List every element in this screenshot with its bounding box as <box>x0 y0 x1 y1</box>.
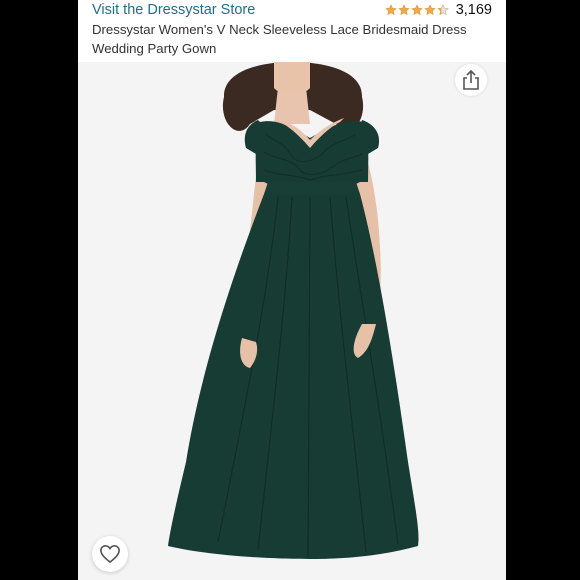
rating-count: 3,169 <box>455 2 492 18</box>
rating-summary[interactable]: 3,169 <box>384 2 492 18</box>
like-button[interactable] <box>92 536 128 572</box>
star-icon <box>410 4 423 16</box>
star-icon <box>423 4 436 16</box>
star-icon <box>397 4 410 16</box>
share-button[interactable] <box>455 64 487 96</box>
product-header: Visit the Dressystar Store 3,169 Dressys… <box>78 0 506 62</box>
store-link[interactable]: Visit the Dressystar Store <box>92 2 255 18</box>
product-image[interactable] <box>78 62 506 580</box>
product-screen: Visit the Dressystar Store 3,169 Dressys… <box>78 0 506 580</box>
star-rating <box>384 4 450 16</box>
heart-icon <box>100 544 120 564</box>
share-icon <box>463 70 479 90</box>
product-title: Dressystar Women's V Neck Sleeveless Lac… <box>92 22 467 56</box>
star-half-icon <box>436 4 449 16</box>
star-icon <box>384 4 397 16</box>
